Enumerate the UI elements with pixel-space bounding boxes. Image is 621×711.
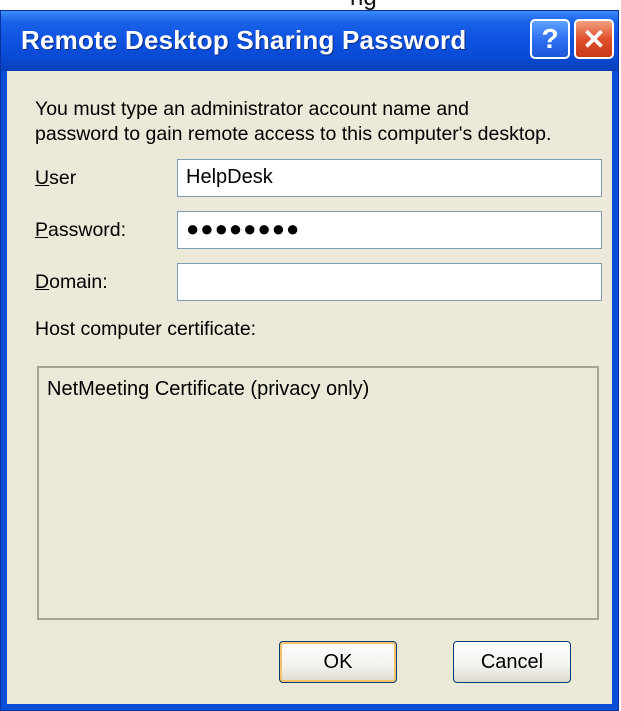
user-field[interactable]: HelpDesk [177, 159, 602, 197]
certificate-text: NetMeeting Certificate (privacy only) [47, 378, 370, 400]
intro-line-2: password to gain remote access to this c… [35, 123, 552, 145]
password-field[interactable]: ●●●●●●●● [177, 211, 602, 249]
close-icon: ✕ [582, 23, 606, 55]
intro-text: You must type an administrator account n… [35, 97, 595, 147]
domain-field[interactable] [177, 263, 602, 301]
domain-label: Domain: [35, 271, 108, 293]
window-title: Remote Desktop Sharing Password [21, 25, 467, 55]
certificate-box[interactable]: NetMeeting Certificate (privacy only) [37, 366, 599, 620]
dialog-body: You must type an administrator account n… [7, 71, 612, 704]
close-button[interactable]: ✕ [574, 19, 614, 59]
dialog-window: Remote Desktop Sharing Password ? ✕ You … [0, 10, 619, 711]
title-bar[interactable]: Remote Desktop Sharing Password ? ✕ [1, 11, 618, 71]
certificate-label: Host computer certificate: [35, 318, 257, 340]
cancel-button[interactable]: Cancel [453, 641, 571, 683]
user-label: User [35, 167, 77, 189]
intro-line-1: You must type an administrator account n… [35, 98, 469, 120]
help-icon: ? [541, 23, 559, 54]
help-button[interactable]: ? [530, 19, 570, 59]
ok-button[interactable]: OK [279, 641, 397, 683]
password-label: Password: [35, 219, 127, 241]
